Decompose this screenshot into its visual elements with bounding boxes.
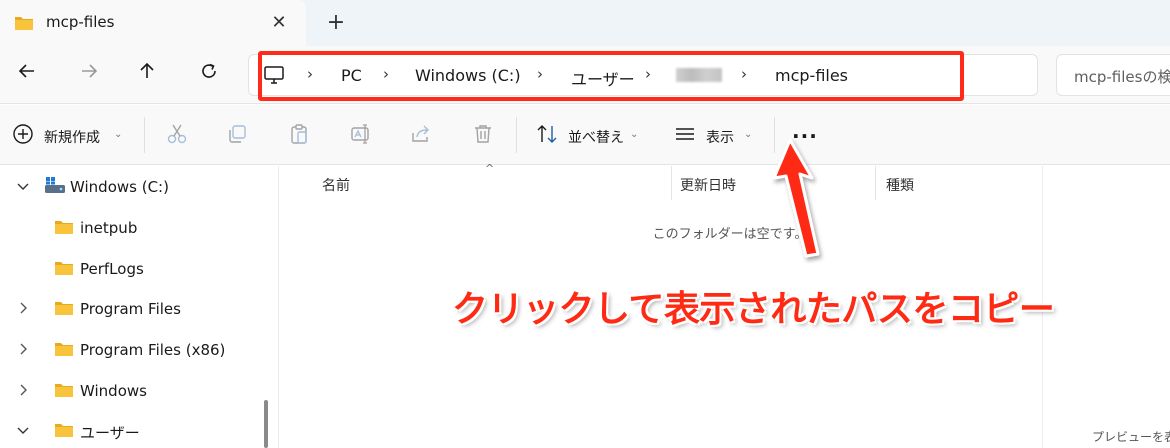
arrow-right-icon[interactable] <box>74 60 104 90</box>
paste-icon[interactable] <box>288 123 310 149</box>
view-button-label[interactable]: 表示 <box>706 127 734 147</box>
chevron-right-icon[interactable] <box>16 382 30 401</box>
column-divider[interactable] <box>875 166 876 200</box>
search-input[interactable]: mcp-filesの検索 <box>1056 54 1170 96</box>
trash-icon[interactable] <box>472 123 494 149</box>
address-highlight-box <box>258 51 964 101</box>
sidebar-scrollbar[interactable] <box>264 400 268 448</box>
new-plus-icon[interactable] <box>12 123 34 149</box>
refresh-icon[interactable] <box>194 60 224 90</box>
preview-pane-text: プレビューを表示 <box>1092 430 1170 444</box>
tree-item-program-files-x86[interactable]: Program Files (x86) <box>16 331 266 367</box>
tree-item-windows-c[interactable]: Windows (C:) <box>16 168 266 204</box>
folder-icon <box>54 300 74 320</box>
tab-title: mcp-files <box>46 13 115 31</box>
folder-icon <box>54 341 74 361</box>
column-header-name[interactable]: 名前 <box>322 175 350 195</box>
chevron-down-icon[interactable] <box>16 422 30 441</box>
folder-icon <box>54 219 74 239</box>
tree-item-perflogs[interactable]: PerfLogs <box>16 250 266 286</box>
tree-label: Program Files <box>80 300 181 318</box>
chevron-down-icon[interactable] <box>16 178 30 197</box>
empty-folder-message: このフォルダーは空です。 <box>652 227 808 242</box>
tree-label: Windows (C:) <box>70 178 169 196</box>
chevron-right-icon[interactable] <box>16 341 30 360</box>
drive-icon <box>44 176 66 198</box>
navigation-pane: Windows (C:) inetpub PerfLogs Program Fi… <box>0 166 278 448</box>
sort-button-label[interactable]: 並べ替え <box>568 127 624 147</box>
rename-icon[interactable] <box>350 123 372 149</box>
close-icon[interactable]: ✕ <box>265 9 293 37</box>
folder-icon <box>54 382 74 402</box>
column-header-modified[interactable]: 更新日時 <box>680 175 736 195</box>
tree-item-program-files[interactable]: Program Files <box>16 290 266 326</box>
folder-icon <box>54 260 74 280</box>
arrow-up-icon[interactable] <box>132 60 162 90</box>
tab-bar: mcp-files ✕ + <box>0 0 1170 46</box>
plus-icon[interactable]: + <box>322 9 350 37</box>
column-header-type[interactable]: 種類 <box>886 175 914 195</box>
chevron-down-icon[interactable]: ⌄ <box>630 129 638 140</box>
view-icon[interactable] <box>674 123 696 149</box>
share-icon[interactable] <box>410 123 432 149</box>
chevron-right-icon[interactable] <box>16 300 30 319</box>
divider <box>144 117 145 153</box>
annotation-arrow <box>772 138 820 258</box>
column-divider[interactable] <box>671 166 672 200</box>
search-placeholder: mcp-filesの検索 <box>1074 68 1170 86</box>
tree-item-inetpub[interactable]: inetpub <box>16 209 266 245</box>
sort-ascending-icon: ^ <box>485 162 495 175</box>
chevron-down-icon[interactable]: ⌄ <box>744 129 752 140</box>
tree-label: Windows <box>80 382 147 400</box>
tree-label: PerfLogs <box>80 260 144 278</box>
sort-icon[interactable] <box>536 123 560 149</box>
tree-label: Program Files (x86) <box>80 341 226 359</box>
tree-item-users[interactable]: ユーザー <box>16 412 266 448</box>
command-bar: 新規作成 ⌄ 並べ替え ⌄ 表示 ⌄ ... <box>0 105 1170 165</box>
tree-item-windows[interactable]: Windows <box>16 372 266 408</box>
arrow-left-icon[interactable] <box>12 60 42 90</box>
folder-icon <box>14 15 34 35</box>
new-button-label[interactable]: 新規作成 <box>44 127 100 147</box>
copy-icon[interactable] <box>226 123 248 149</box>
cut-icon[interactable] <box>166 123 188 149</box>
divider <box>516 117 517 153</box>
tab-mcp-files[interactable]: mcp-files ✕ <box>0 0 306 46</box>
annotation-text: クリックして表示されたパスをコピー <box>452 289 1055 330</box>
tree-label: ユーザー <box>80 424 140 442</box>
folder-icon <box>54 422 74 442</box>
chevron-down-icon[interactable]: ⌄ <box>114 129 122 140</box>
tree-label: inetpub <box>80 219 138 237</box>
